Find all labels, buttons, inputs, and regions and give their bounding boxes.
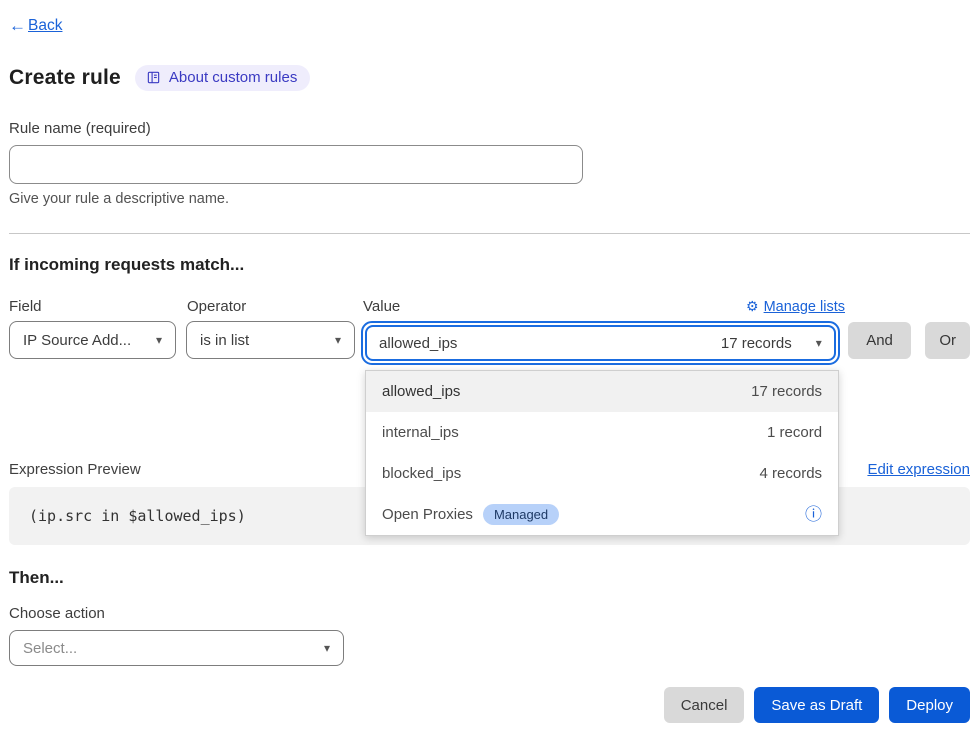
expression-code: (ip.src in $allowed_ips)	[29, 507, 246, 525]
book-icon	[146, 70, 161, 85]
rule-name-input[interactable]	[9, 145, 583, 184]
choose-action-label: Choose action	[9, 605, 970, 622]
action-select[interactable]: Select... ▾	[9, 630, 344, 666]
value-select-meta: 17 records	[721, 335, 792, 352]
list-record-count: 4 records	[760, 465, 823, 482]
operator-select-value: is in list	[200, 332, 249, 349]
list-name: internal_ips	[382, 424, 459, 441]
list-name: blocked_ips	[382, 465, 461, 482]
deploy-button[interactable]: Deploy	[889, 687, 970, 723]
page-title: Create rule	[9, 66, 121, 90]
operator-select[interactable]: is in list ▾	[186, 321, 355, 359]
section-divider	[9, 233, 970, 234]
rule-name-helper: Give your rule a descriptive name.	[9, 191, 970, 207]
back-arrow-icon: ←	[9, 16, 26, 36]
field-select-value: IP Source Add...	[23, 332, 131, 349]
managed-badge: Managed	[483, 504, 559, 525]
field-label: Field	[9, 298, 177, 315]
action-select-placeholder: Select...	[23, 640, 77, 657]
condition-row: IP Source Add... ▾ is in list ▾ allowed_…	[9, 321, 970, 365]
footer-actions: Cancel Save as Draft Deploy	[9, 687, 970, 723]
or-button[interactable]: Or	[925, 322, 970, 359]
chevron-down-icon: ▾	[816, 336, 822, 350]
field-select[interactable]: IP Source Add... ▾	[9, 321, 176, 359]
info-icon[interactable]: ⓘ	[805, 506, 822, 523]
list-name: Open Proxies	[382, 506, 473, 523]
cancel-button[interactable]: Cancel	[664, 687, 745, 723]
expression-preview-label: Expression Preview	[9, 461, 141, 478]
back-link[interactable]: ←Back	[9, 16, 62, 36]
value-select-name: allowed_ips	[379, 335, 721, 352]
manage-lists-link[interactable]: ⚙ Manage lists	[746, 298, 845, 315]
list-record-count: 17 records	[751, 383, 822, 400]
value-dropdown-panel: allowed_ips 17 records internal_ips 1 re…	[365, 370, 839, 536]
rule-name-label: Rule name (required)	[9, 120, 970, 137]
edit-expression-link[interactable]: Edit expression	[867, 461, 970, 478]
chevron-down-icon: ▾	[324, 641, 330, 655]
create-rule-page: ←Back Create rule About custom rules Rul…	[0, 0, 979, 739]
dropdown-item-allowed-ips[interactable]: allowed_ips 17 records	[366, 371, 838, 412]
list-record-count: 1 record	[767, 424, 822, 441]
chevron-down-icon: ▾	[156, 333, 162, 347]
match-section-heading: If incoming requests match...	[9, 255, 970, 275]
dropdown-item-internal-ips[interactable]: internal_ips 1 record	[366, 412, 838, 453]
operator-label: Operator	[187, 298, 357, 315]
condition-labels-row: Field Operator Value ⚙ Manage lists	[9, 298, 970, 315]
title-row: Create rule About custom rules	[9, 65, 970, 91]
dropdown-item-open-proxies[interactable]: Open Proxies Managed ⓘ	[366, 494, 838, 535]
chevron-down-icon: ▾	[335, 333, 341, 347]
value-select[interactable]: allowed_ips 17 records ▾	[365, 325, 836, 361]
value-label: Value	[363, 298, 400, 315]
save-as-draft-button[interactable]: Save as Draft	[754, 687, 879, 723]
back-link-label: Back	[28, 17, 62, 35]
about-custom-rules-link[interactable]: About custom rules	[135, 65, 310, 91]
manage-lists-label: Manage lists	[764, 299, 845, 315]
gear-icon: ⚙	[746, 298, 759, 315]
and-button[interactable]: And	[848, 322, 912, 359]
then-section-heading: Then...	[9, 568, 970, 588]
about-badge-label: About custom rules	[169, 69, 297, 86]
value-select-focus-ring: allowed_ips 17 records ▾ allowed_ips 17 …	[361, 321, 840, 365]
dropdown-item-blocked-ips[interactable]: blocked_ips 4 records	[366, 453, 838, 494]
list-name: allowed_ips	[382, 383, 460, 400]
